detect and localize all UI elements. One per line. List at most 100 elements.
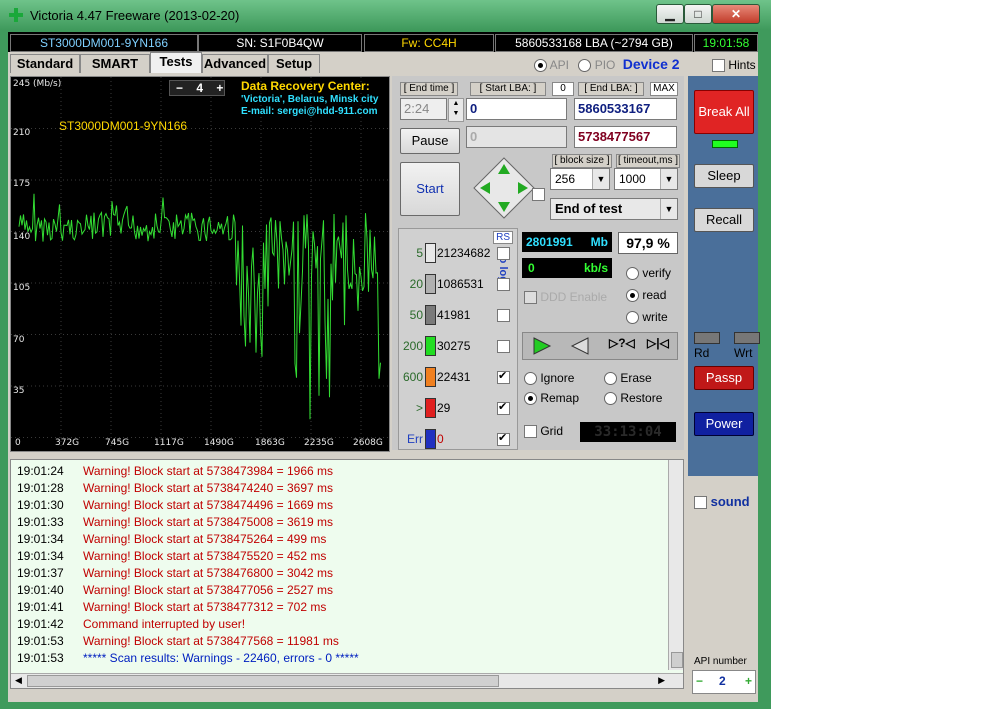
end-lba-max-button[interactable]: MAX [650,82,678,96]
pause-button[interactable]: Pause [400,128,460,154]
write-radio[interactable] [626,311,639,325]
stat-color-swatch [425,398,436,418]
pad-checkbox[interactable] [532,188,545,201]
verify-radio[interactable] [626,267,639,281]
log-row: 19:01:40 Warning! Block start at 57384770… [17,582,333,599]
close-button[interactable]: ✕ [712,4,760,24]
scale-plus-button[interactable]: + [216,81,223,95]
grid-checkbox[interactable] [524,425,537,439]
scale-minus-button[interactable]: − [176,81,183,95]
maximize-button[interactable]: □ [684,4,712,24]
log-time: 19:01:34 [17,549,64,563]
direction-pad-icon[interactable] [472,156,536,220]
scroll-right-icon[interactable]: ▶ [658,675,665,686]
remap-radio[interactable] [524,392,537,406]
tab-tests[interactable]: Tests [150,52,202,73]
tab-smart[interactable]: SMART [80,54,150,73]
stat-log-checkbox[interactable] [497,309,510,322]
log-message: Warning! Block start at 5738473984 = 196… [83,464,334,478]
end-icon[interactable]: ▷|◁ [647,336,669,350]
log-time: 19:01:34 [17,532,64,546]
scroll-left-icon[interactable]: ◀ [15,675,22,686]
write-option[interactable]: write [626,306,671,328]
stat-log-checkbox[interactable] [497,431,510,446]
ad-title: Data Recovery Center: [241,79,370,93]
pio-radio[interactable] [578,59,592,73]
minimize-button[interactable]: ▁ [656,4,684,24]
remap-option[interactable]: Remap [524,388,579,408]
h-scrollbar-thumb[interactable] [27,675,499,687]
log-message: Warning! Block start at 5738477056 = 252… [83,583,334,597]
end-action-select[interactable]: End of test ▼ [550,198,678,220]
stat-row: 5 21234682 [399,241,517,265]
back-icon[interactable] [569,336,591,356]
sleep-button[interactable]: Sleep [694,164,754,188]
mode-radios: verify read write [626,262,671,328]
play-icon[interactable] [531,336,553,356]
timeout-select[interactable]: 1000 ▼ [614,168,678,190]
stat-threshold: > [415,401,423,415]
sound-toggle[interactable]: sound [694,494,750,510]
increment-icon[interactable]: + [745,674,752,688]
break-all-button[interactable]: Break All [694,90,754,134]
stat-color-swatch [425,274,436,294]
grid-toggle[interactable]: Grid [524,424,563,439]
tab-advanced[interactable]: Advanced [202,54,268,73]
verify-option[interactable]: verify [626,262,671,284]
start-button[interactable]: Start [400,162,460,216]
tab-standard[interactable]: Standard [10,54,80,73]
end-time-field[interactable]: 2:24 [400,98,447,120]
sound-label: sound [710,494,750,509]
sound-area: sound API number − 2 + [688,476,758,701]
stat-log-checkbox[interactable] [497,369,510,384]
chevron-down-icon[interactable]: ▼ [660,169,677,189]
write-label: write [642,310,668,324]
log-horizontal-scrollbar[interactable]: ◀ ▶ [11,673,683,688]
restore-radio[interactable] [604,392,617,406]
recall-button[interactable]: Recall [694,208,754,232]
speed-value: 0 [528,261,535,275]
decrement-icon[interactable]: − [696,674,703,688]
hints-toggle[interactable]: Hints [712,58,756,73]
erase-option[interactable]: Erase [604,368,662,388]
graph-plot [11,77,389,451]
start-lba-zero-button[interactable]: 0 [552,82,574,96]
stat-log-checkbox[interactable] [497,278,510,291]
drive-lba: 5860533168 LBA (~2794 GB) [495,34,693,52]
seek-icon[interactable]: ▷?◁ [609,336,635,350]
api-number-spinner[interactable]: − 2 + [692,670,756,694]
title-bar[interactable]: Victoria 4.47 Freeware (2013-02-20) ▁ □ … [0,0,771,30]
tab-setup[interactable]: Setup [268,54,320,73]
log-vertical-scrollbar[interactable] [668,460,683,670]
chevron-down-icon[interactable]: ▼ [592,169,609,189]
chevron-down-icon[interactable]: ▼ [660,199,677,219]
ddd-checkbox[interactable] [524,291,537,305]
sound-checkbox[interactable] [694,496,707,510]
stat-log-checkbox[interactable] [497,400,510,415]
hints-checkbox[interactable] [712,59,725,73]
restore-option[interactable]: Restore [604,388,662,408]
scrollbar-thumb[interactable] [671,652,683,668]
block-size-select[interactable]: 256 ▼ [550,168,610,190]
erase-radio[interactable] [604,372,617,386]
read-option[interactable]: read [626,284,671,306]
read-radio[interactable] [626,289,639,303]
end-time-spinner[interactable]: ▲ ▼ [448,98,464,122]
event-log[interactable]: 19:01:24 Warning! Block start at 57384739… [10,459,684,689]
end-lba-field[interactable]: 5860533167 [574,98,677,120]
ddd-toggle[interactable]: DDD Enable [524,290,607,305]
passp-button[interactable]: Passp [694,366,754,390]
drive-serial: SN: S1F0B4QW [198,34,362,52]
speed-unit: kb/s [583,261,608,275]
start-lba-field[interactable]: 0 [466,98,567,120]
verify-label: verify [642,266,672,280]
stat-row: >29 [399,396,517,420]
device-label[interactable]: Device 2 [623,56,680,72]
ignore-option[interactable]: Ignore [524,368,579,388]
stat-log-checkbox[interactable] [497,247,510,260]
api-radio[interactable] [534,59,547,73]
power-button[interactable]: Power [694,412,754,436]
stat-log-checkbox[interactable] [497,340,510,353]
start-lba-label: [ Start LBA: ] [470,82,546,96]
ignore-radio[interactable] [524,372,537,386]
